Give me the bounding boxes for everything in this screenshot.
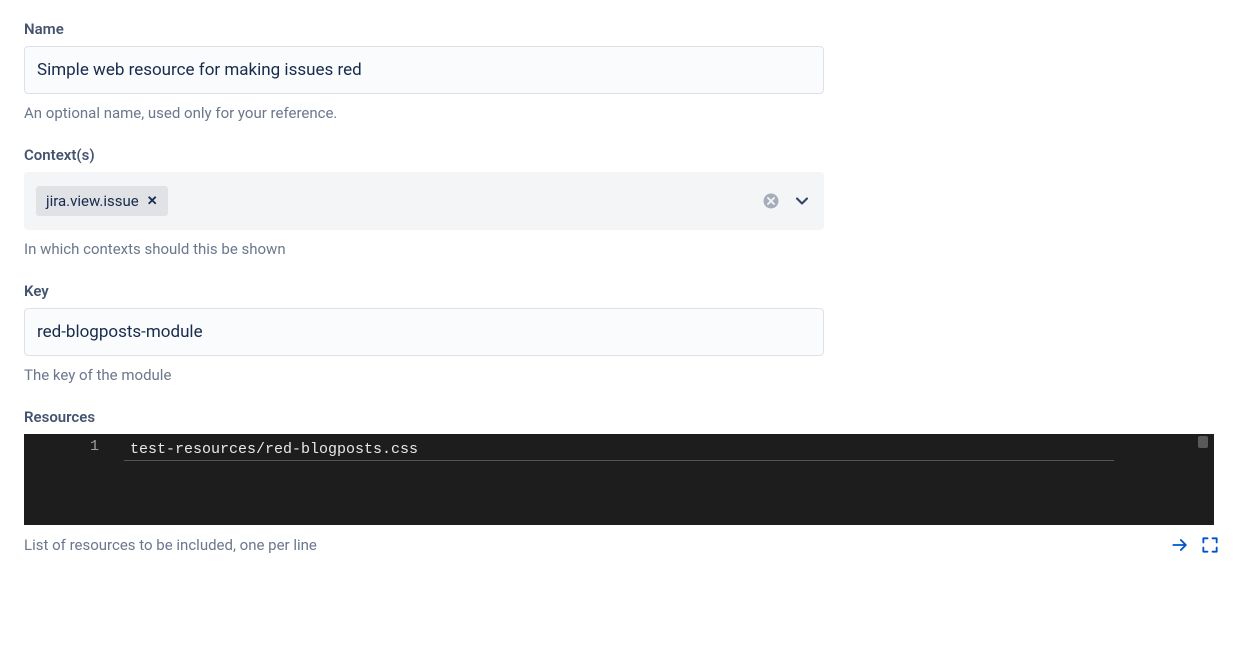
context-tag-label: jira.view.issue: [46, 192, 139, 210]
resources-code-editor[interactable]: 1 test-resources/red-blogposts.css: [24, 434, 1214, 525]
key-input[interactable]: [24, 308, 824, 356]
contexts-field-group: Context(s) jira.view.issue ✕ In which co…: [24, 146, 1220, 258]
contexts-tags-container: jira.view.issue ✕: [36, 186, 168, 216]
code-line[interactable]: test-resources/red-blogposts.css: [124, 439, 1114, 461]
resources-field-group: Resources 1 test-resources/red-blogposts…: [24, 408, 1220, 555]
name-field-group: Name An optional name, used only for you…: [24, 20, 1220, 122]
key-description: The key of the module: [24, 366, 1220, 384]
key-field-group: Key The key of the module: [24, 282, 1220, 384]
expand-icon[interactable]: [1200, 535, 1220, 555]
chevron-down-icon[interactable]: [792, 191, 812, 211]
name-input[interactable]: [24, 46, 824, 94]
resources-footer: List of resources to be included, one pe…: [24, 535, 1220, 555]
arrow-right-icon[interactable]: [1170, 535, 1190, 555]
contexts-description: In which contexts should this be shown: [24, 240, 1220, 258]
scroll-indicator[interactable]: [1198, 436, 1208, 448]
close-icon[interactable]: ✕: [147, 195, 158, 208]
code-content-wrapper: test-resources/red-blogposts.css: [24, 436, 1214, 525]
resources-label: Resources: [24, 408, 1220, 426]
contexts-multiselect[interactable]: jira.view.issue ✕: [24, 172, 824, 230]
multiselect-controls: [762, 191, 812, 211]
resources-description: List of resources to be included, one pe…: [24, 536, 317, 554]
clear-all-icon[interactable]: [762, 192, 780, 210]
name-label: Name: [24, 20, 1220, 38]
key-label: Key: [24, 282, 1220, 300]
name-description: An optional name, used only for your ref…: [24, 104, 1220, 122]
footer-icons: [1170, 535, 1220, 555]
contexts-label: Context(s): [24, 146, 1220, 164]
context-tag[interactable]: jira.view.issue ✕: [36, 186, 168, 216]
